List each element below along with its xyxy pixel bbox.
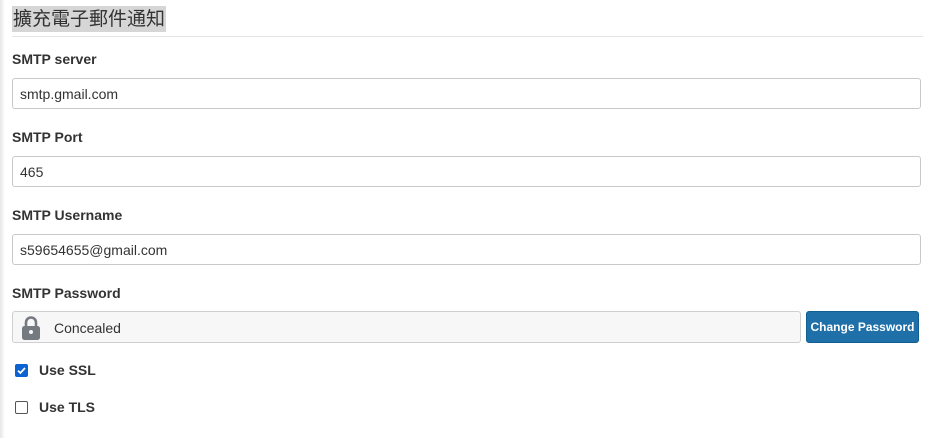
change-password-button[interactable]: Change Password — [806, 311, 919, 343]
section-title: 擴充電子郵件通知 — [12, 6, 167, 32]
use-tls-row[interactable]: Use TLS — [15, 398, 95, 416]
use-ssl-checkbox[interactable] — [15, 363, 28, 377]
smtp-server-input[interactable] — [12, 78, 921, 109]
section-header: 擴充電子郵件通知 — [12, 6, 923, 37]
smtp-server-label: SMTP server — [12, 51, 97, 67]
smtp-port-label: SMTP Port — [12, 129, 83, 145]
smtp-username-input[interactable] — [12, 234, 921, 265]
use-ssl-label[interactable]: Use SSL — [39, 362, 96, 378]
lock-icon — [22, 316, 40, 340]
use-tls-label[interactable]: Use TLS — [39, 399, 95, 415]
checkmark-icon — [17, 366, 26, 374]
smtp-port-input[interactable] — [12, 156, 921, 187]
smtp-username-label: SMTP Username — [12, 207, 123, 223]
smtp-password-label: SMTP Password — [12, 285, 121, 301]
password-status: Concealed — [54, 320, 121, 336]
smtp-password-field: Concealed — [12, 311, 801, 343]
use-ssl-row[interactable]: Use SSL — [15, 361, 96, 379]
page-edge-shadow — [0, 0, 5, 438]
use-tls-checkbox[interactable] — [15, 400, 28, 414]
